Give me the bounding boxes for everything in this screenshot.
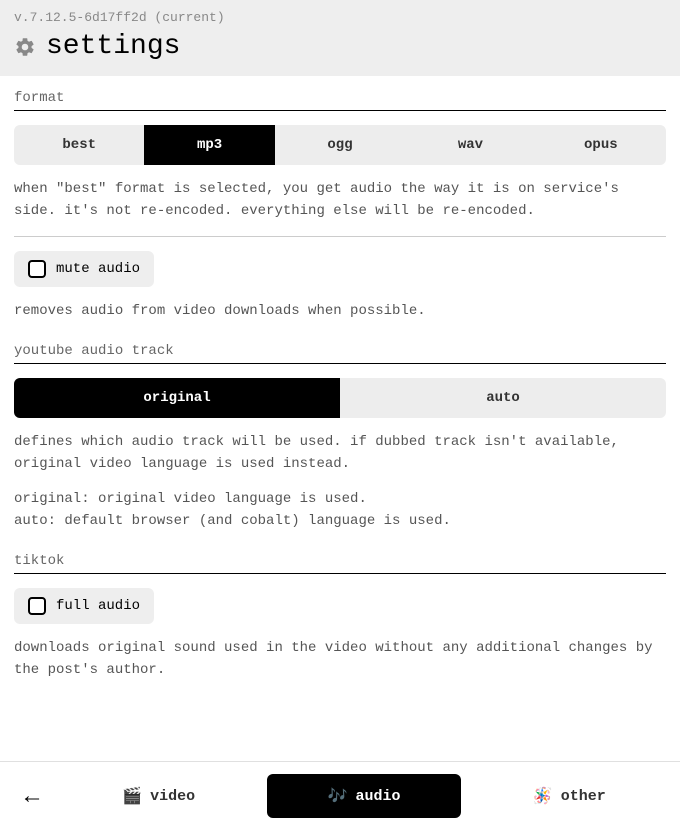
format-option-best[interactable]: best: [14, 125, 144, 165]
full-audio-toggle[interactable]: full audio: [14, 588, 154, 624]
tab-video-label: video: [150, 788, 195, 805]
full-audio-checkbox[interactable]: [28, 597, 46, 615]
back-button[interactable]: ←: [14, 782, 50, 810]
full-audio-description: downloads original sound used in the vid…: [14, 638, 666, 681]
settings-content: format best mp3 ogg wav opus when "best"…: [0, 76, 680, 761]
footer-tabs: ← 🎬 video 🎶 audio 🪅 other: [0, 761, 680, 830]
youtube-track-explain: original: original video language is use…: [14, 489, 666, 532]
youtube-track-section-label: youtube audio track: [14, 337, 666, 364]
tiktok-section-label: tiktok: [14, 547, 666, 574]
format-option-ogg[interactable]: ogg: [275, 125, 405, 165]
tab-other[interactable]: 🪅 other: [473, 774, 666, 818]
format-section-label: format: [14, 84, 666, 111]
tab-audio-label: audio: [355, 788, 400, 805]
youtube-track-option-auto[interactable]: auto: [340, 378, 666, 418]
tab-video[interactable]: 🎬 video: [62, 774, 255, 818]
mute-audio-checkbox[interactable]: [28, 260, 46, 278]
youtube-track-options: original auto: [14, 378, 666, 418]
mute-audio-description: removes audio from video downloads when …: [14, 301, 666, 323]
pinata-icon: 🪅: [533, 786, 553, 806]
settings-header: v.7.12.5-6d17ff2d (current) settings: [0, 0, 680, 76]
mute-audio-toggle[interactable]: mute audio: [14, 251, 154, 287]
tab-other-label: other: [561, 788, 606, 805]
format-options: best mp3 ogg wav opus: [14, 125, 666, 165]
full-audio-label: full audio: [56, 598, 140, 614]
youtube-track-option-original[interactable]: original: [14, 378, 340, 418]
version-label: v.7.12.5-6d17ff2d (current): [14, 10, 666, 25]
format-option-wav[interactable]: wav: [405, 125, 535, 165]
format-option-opus[interactable]: opus: [536, 125, 666, 165]
clapper-icon: 🎬: [122, 786, 142, 806]
gear-icon: [14, 36, 36, 58]
mute-audio-label: mute audio: [56, 261, 140, 277]
format-option-mp3[interactable]: mp3: [144, 125, 274, 165]
page-title: settings: [46, 31, 180, 62]
tab-audio[interactable]: 🎶 audio: [267, 774, 460, 818]
music-icon: 🎶: [328, 786, 348, 806]
arrow-left-icon: ←: [20, 782, 44, 810]
format-description: when "best" format is selected, you get …: [14, 179, 666, 222]
youtube-track-description: defines which audio track will be used. …: [14, 432, 666, 475]
divider: [14, 236, 666, 237]
